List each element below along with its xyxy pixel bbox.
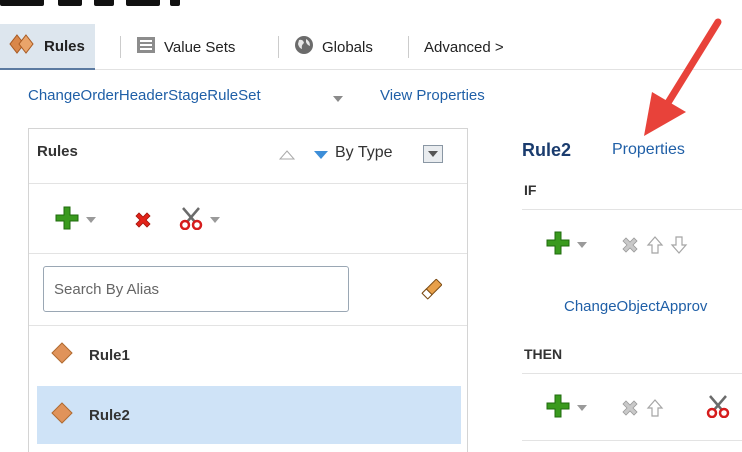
sort-dropdown-button[interactable] <box>423 145 443 166</box>
rules-list-panel: Rules By Type Search By Alias Rule1 Rule… <box>28 128 468 452</box>
tab-label: Rules <box>44 37 85 55</box>
rule-label: Rule1 <box>89 346 130 364</box>
clear-filter-eraser-icon[interactable] <box>419 276 445 305</box>
rule-diamond-icon <box>51 402 73 428</box>
rule-label: Rule2 <box>89 406 130 424</box>
cut-action-button[interactable] <box>706 394 730 421</box>
delete-condition-button[interactable] <box>620 235 640 258</box>
plus-icon <box>546 231 570 258</box>
panel-title: Rules <box>37 143 78 160</box>
tab-divider <box>408 36 409 58</box>
divider <box>522 440 742 441</box>
rules-diamonds-icon <box>8 33 36 59</box>
add-rule-button[interactable] <box>55 206 96 233</box>
chevron-down-icon <box>577 241 587 248</box>
then-section-label: THEN <box>524 346 563 362</box>
chevron-down-icon <box>577 404 587 411</box>
condition-link[interactable]: ChangeObjectApprov <box>564 298 707 315</box>
tab-divider <box>278 36 279 58</box>
chevron-down-icon <box>86 216 96 223</box>
tab-label: Value Sets <box>164 38 236 56</box>
rules-toolbar <box>29 184 467 254</box>
ruleset-dropdown[interactable]: ChangeOrderHeaderStageRuleSet <box>28 87 261 104</box>
top-cutoff-text <box>0 0 742 8</box>
chevron-down-icon[interactable] <box>332 91 344 107</box>
arrow-up-icon[interactable] <box>646 235 664 258</box>
tab-label: Globals <box>322 38 373 56</box>
tab-globals[interactable]: Globals <box>294 24 373 70</box>
add-action-button[interactable] <box>546 394 587 421</box>
globe-icon <box>294 35 314 59</box>
list-icon <box>136 35 156 59</box>
if-toolbar <box>522 210 742 276</box>
tab-rules[interactable]: Rules <box>0 24 95 70</box>
cut-rule-button[interactable] <box>179 206 220 233</box>
view-properties-link[interactable]: View Properties <box>380 87 485 104</box>
delete-rule-button[interactable] <box>133 210 153 233</box>
tab-advanced[interactable]: Advanced > <box>424 24 504 70</box>
plus-icon <box>546 394 570 421</box>
delete-action-button[interactable] <box>620 398 640 421</box>
sort-by-label[interactable]: By Type <box>335 144 393 162</box>
scissors-icon <box>706 395 730 421</box>
rule-list-item-rule2[interactable]: Rule2 <box>37 386 461 444</box>
panel-header: Rules By Type <box>29 129 467 184</box>
rule-diamond-icon <box>51 342 73 368</box>
annotation-arrow <box>630 14 730 144</box>
plus-icon <box>55 206 79 233</box>
arrow-down-icon[interactable] <box>670 235 688 258</box>
arrow-up-icon[interactable] <box>646 398 664 421</box>
add-condition-button[interactable] <box>546 231 587 258</box>
rule-title: Rule2 <box>522 140 572 160</box>
tab-label: Advanced > <box>424 38 504 56</box>
search-by-alias-input[interactable] <box>43 266 349 312</box>
sort-descending-icon[interactable] <box>313 148 329 164</box>
search-row <box>29 254 467 326</box>
sort-ascending-icon[interactable] <box>278 148 296 164</box>
rule-list-item-rule1[interactable]: Rule1 <box>37 326 461 384</box>
tab-value-sets[interactable]: Value Sets <box>136 24 235 70</box>
then-toolbar <box>522 374 742 440</box>
scissors-icon <box>179 206 203 233</box>
tab-divider <box>120 36 121 58</box>
if-section-label: IF <box>524 182 537 198</box>
chevron-down-icon <box>210 216 220 223</box>
